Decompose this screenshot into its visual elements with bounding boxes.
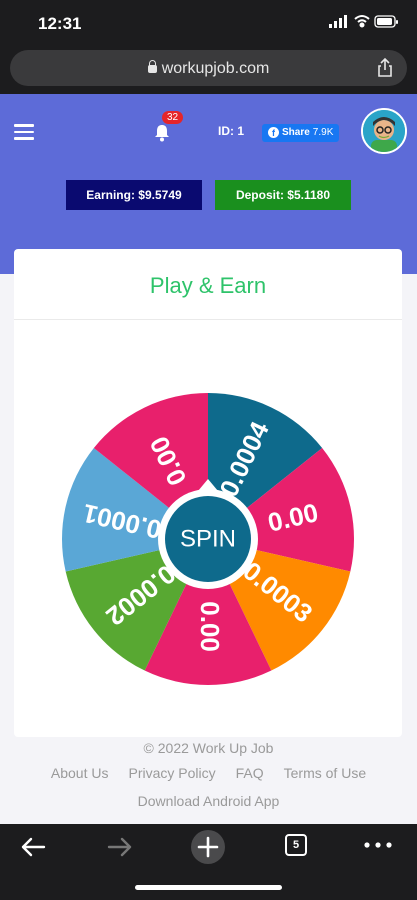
terms-of-use-link[interactable]: Terms of Use [284, 765, 366, 781]
lock-icon [147, 60, 157, 73]
footer: © 2022 Work Up Job About Us Privacy Polic… [0, 737, 417, 824]
tabs-button[interactable]: 5 [285, 834, 307, 856]
home-indicator [135, 885, 282, 890]
wheel-segment-label: 0.00 [195, 601, 225, 652]
download-android-link[interactable]: Download Android App [0, 793, 417, 809]
facebook-icon: f [268, 127, 279, 138]
status-icons [329, 14, 399, 35]
play-card: Play & Earn 0.0004 0.00 0.0003 0.00 0.0002 0.… [14, 249, 402, 737]
page-title: Play & Earn [149, 273, 267, 298]
footer-links: About Us Privacy Policy FAQ Terms of Use [0, 765, 417, 781]
user-id: ID: 1 [218, 124, 245, 138]
share-icon[interactable] [377, 58, 393, 78]
forward-arrow-icon[interactable] [107, 836, 133, 858]
share-label: Share [282, 127, 310, 138]
site-header: 32 ID: 1 f Share 7.9K Earning: $9.5749 Dep… [0, 94, 417, 274]
faq-link[interactable]: FAQ [236, 765, 264, 781]
about-us-link[interactable]: About Us [51, 765, 109, 781]
copyright: © 2022 Work Up Job [143, 740, 274, 756]
earning-balance: Earning: $9.5749 [66, 180, 202, 210]
menu-icon[interactable] [14, 124, 34, 144]
deposit-balance: Deposit: $5.1180 [215, 180, 351, 210]
privacy-policy-link[interactable]: Privacy Policy [128, 765, 215, 781]
share-count: 7.9K [312, 127, 334, 138]
avatar[interactable] [361, 108, 407, 154]
status-time: 12:31 [38, 14, 82, 33]
battery-icon [374, 15, 398, 28]
browser-address-area: workupjob.com [0, 46, 417, 94]
notification-badge: 32 [162, 111, 184, 124]
signal-icon [329, 15, 347, 28]
browser-toolbar: 5 [0, 824, 417, 900]
bell-icon[interactable] [154, 124, 170, 142]
wifi-icon [354, 15, 370, 28]
divider [14, 319, 402, 320]
url-text: workupjob.com [161, 60, 270, 77]
facebook-share-button[interactable]: f Share 7.9K [262, 124, 340, 142]
new-tab-icon[interactable] [190, 829, 226, 865]
back-arrow-icon[interactable] [20, 836, 46, 858]
more-options-icon[interactable] [364, 842, 392, 848]
tab-count: 5 [292, 839, 300, 851]
prize-wheel[interactable]: 0.00040.000.00030.000.00020.00010.00SPIN [62, 391, 354, 687]
status-bar: 12:31 [0, 0, 417, 46]
address-bar[interactable]: workupjob.com [10, 50, 407, 86]
spin-label[interactable]: SPIN [180, 525, 236, 552]
